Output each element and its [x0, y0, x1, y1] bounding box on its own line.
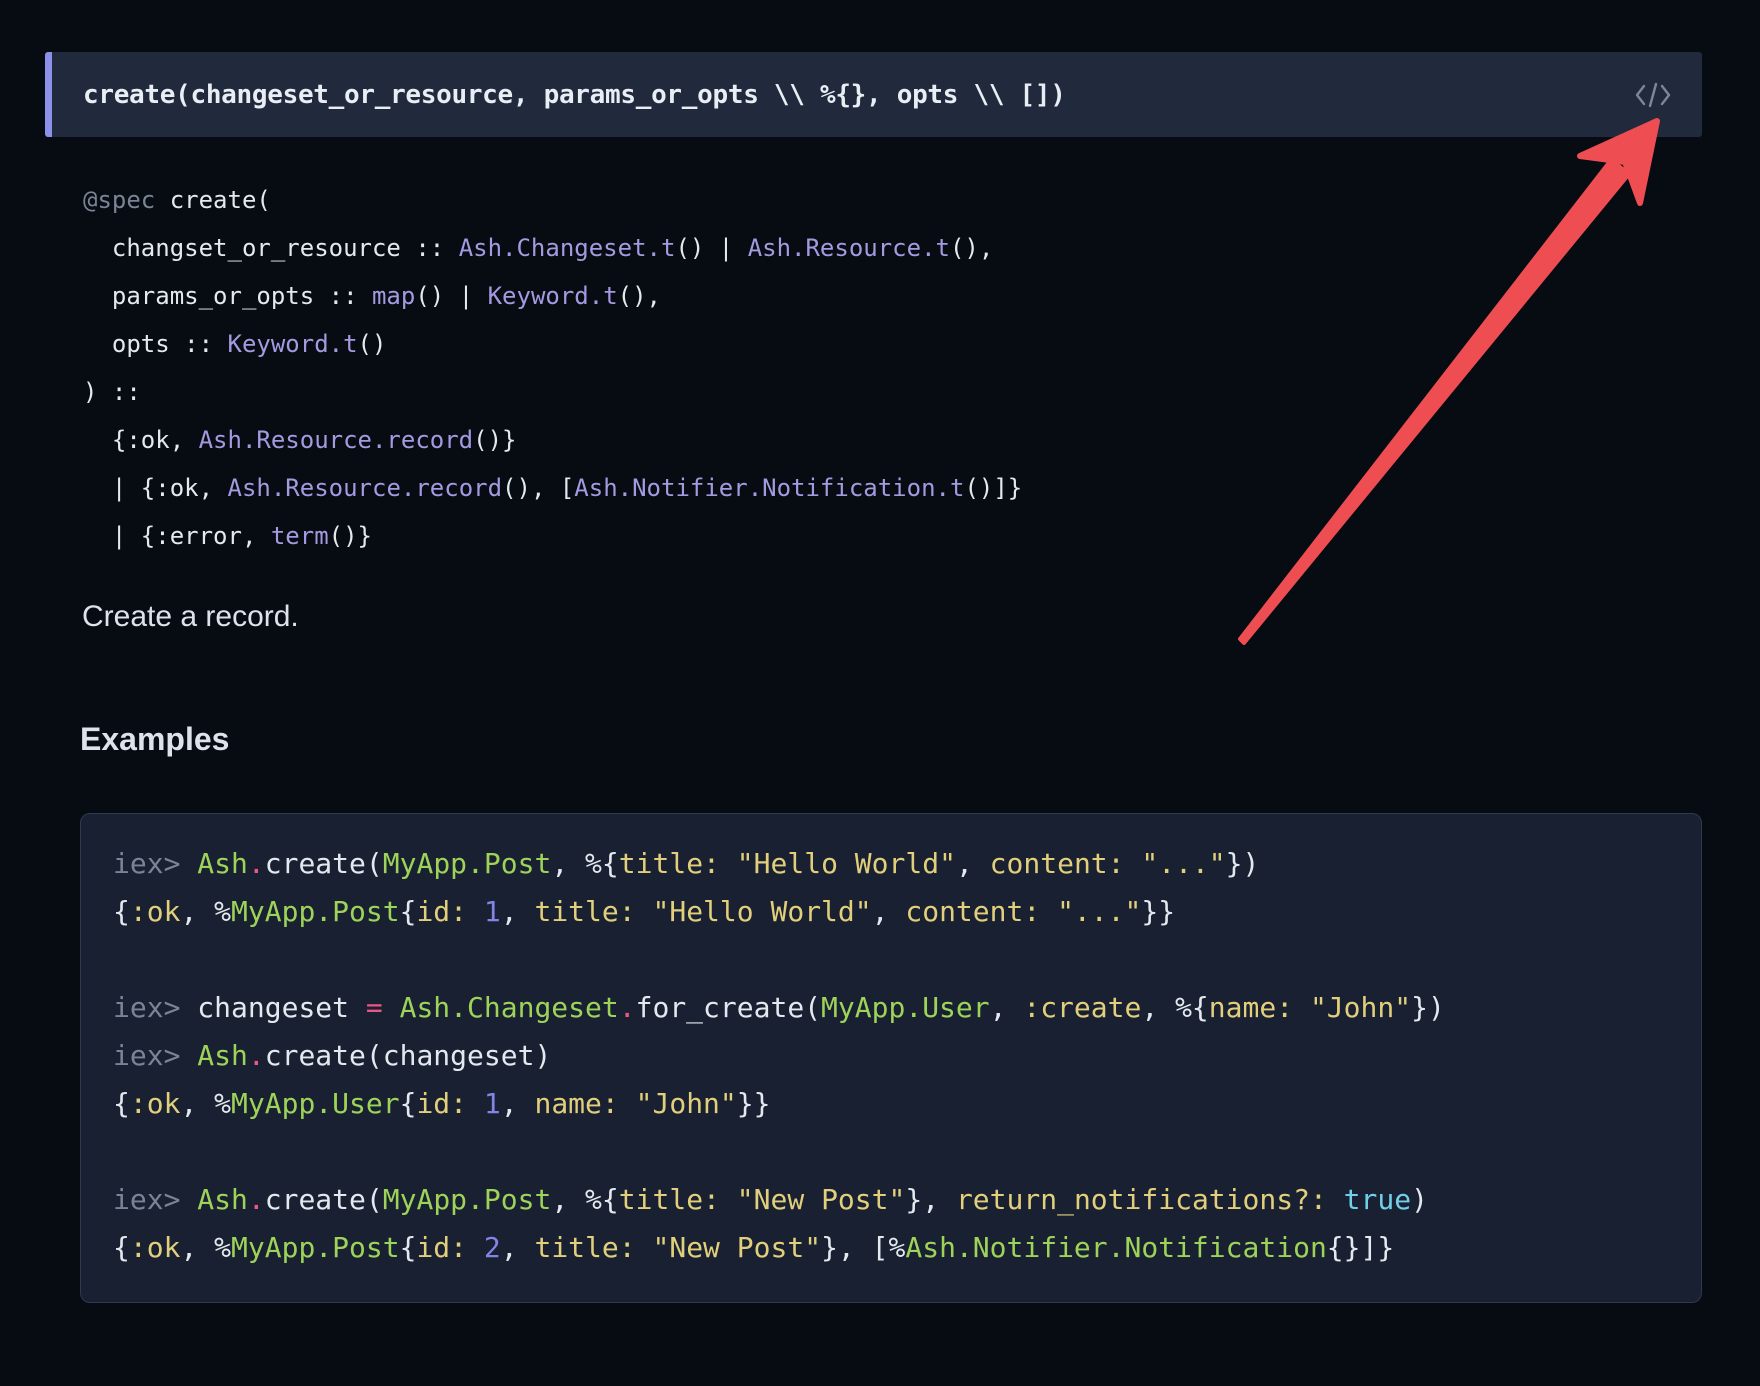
- function-signature-header: create(changeset_or_resource, params_or_…: [45, 52, 1702, 137]
- function-signature: create(changeset_or_resource, params_or_…: [83, 80, 1634, 110]
- code-line: [113, 1128, 1671, 1176]
- code-line: iex> Ash.create(changeset): [113, 1032, 1671, 1080]
- code-line: opts :: Keyword.t(): [83, 320, 1022, 368]
- arrow-shaft: [1240, 160, 1629, 643]
- examples-code-block: iex> Ash.create(MyApp.Post, %{title: "He…: [80, 813, 1702, 1303]
- view-source-icon[interactable]: [1634, 81, 1672, 109]
- code-line: {:ok, %MyApp.User{id: 1, name: "John"}}: [113, 1080, 1671, 1128]
- code-line: {:ok, %MyApp.Post{id: 1, title: "Hello W…: [113, 888, 1671, 936]
- code-icon: [1634, 81, 1672, 109]
- code-line: params_or_opts :: map() | Keyword.t(),: [83, 272, 1022, 320]
- code-line: {:ok, Ash.Resource.record()}: [83, 416, 1022, 464]
- examples-heading: Examples: [80, 721, 229, 758]
- code-line: @spec create(: [83, 176, 1022, 224]
- function-description: Create a record.: [82, 600, 299, 634]
- code-line: | {:ok, Ash.Resource.record(), [Ash.Noti…: [83, 464, 1022, 512]
- code-line: | {:error, term()}: [83, 512, 1022, 560]
- code-line: iex> changeset = Ash.Changeset.for_creat…: [113, 984, 1671, 1032]
- code-line: [113, 936, 1671, 984]
- code-line: {:ok, %MyApp.Post{id: 2, title: "New Pos…: [113, 1224, 1671, 1272]
- code-line: changset_or_resource :: Ash.Changeset.t(…: [83, 224, 1022, 272]
- typespec-code: @spec create( changset_or_resource :: As…: [83, 176, 1022, 560]
- code-line: iex> Ash.create(MyApp.Post, %{title: "He…: [113, 840, 1671, 888]
- code-line: iex> Ash.create(MyApp.Post, %{title: "Ne…: [113, 1176, 1671, 1224]
- code-line: ) ::: [83, 368, 1022, 416]
